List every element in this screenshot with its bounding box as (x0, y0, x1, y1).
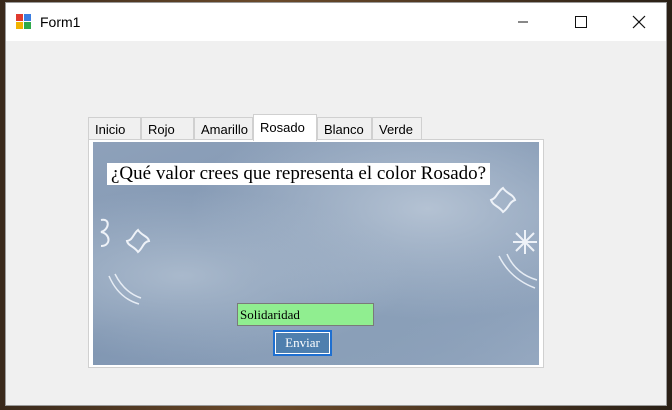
close-icon (632, 15, 646, 29)
form1-window: Form1 Inicio Rojo Amarillo Rosado Blanco… (5, 2, 667, 406)
window-title: Form1 (40, 14, 81, 30)
swirl-doodle-icon (108, 273, 142, 305)
maximize-icon (575, 16, 587, 28)
maximize-button[interactable] (552, 3, 610, 41)
app-icon (16, 14, 32, 30)
flower-doodle-icon (125, 228, 151, 254)
tab-inicio[interactable]: Inicio (88, 117, 141, 140)
tab-verde[interactable]: Verde (372, 117, 422, 140)
tab-rosado[interactable]: Rosado (253, 114, 317, 141)
tab-rojo[interactable]: Rojo (141, 117, 194, 140)
title-bar[interactable]: Form1 (6, 3, 666, 41)
tab-panel-rosado: ¿Qué valor crees que representa el color… (88, 139, 544, 368)
answer-input[interactable] (237, 303, 374, 326)
swirl-doodle-icon (498, 253, 538, 289)
submit-button[interactable]: Enviar (273, 330, 332, 356)
tab-blanco[interactable]: Blanco (317, 117, 372, 140)
minimize-button[interactable] (494, 3, 552, 41)
tab-amarillo[interactable]: Amarillo (194, 117, 253, 140)
minimize-icon (518, 21, 528, 23)
flower-doodle-icon (489, 186, 517, 214)
close-button[interactable] (610, 3, 668, 41)
question-label: ¿Qué valor crees que representa el color… (107, 163, 491, 185)
watercolor-background-image: ¿Qué valor crees que representa el color… (93, 142, 539, 365)
